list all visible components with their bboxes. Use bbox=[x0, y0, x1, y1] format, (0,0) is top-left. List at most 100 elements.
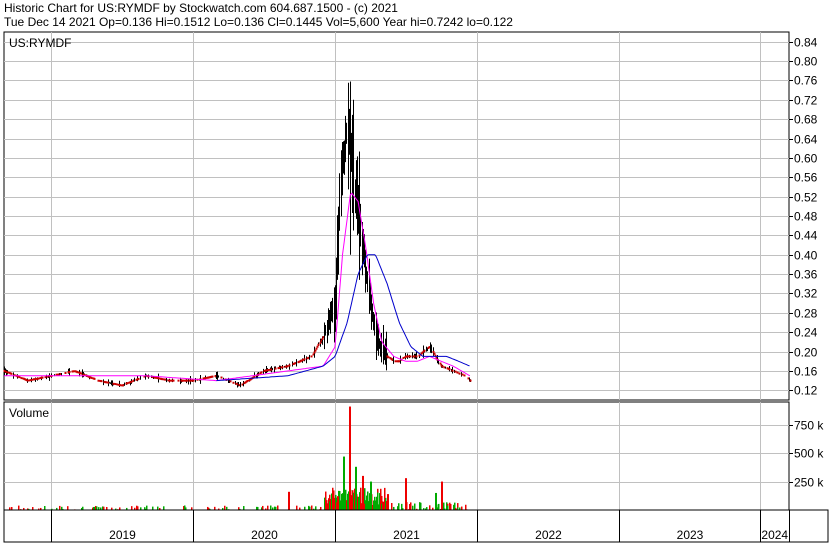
volume-tick-label: 750 k bbox=[794, 419, 824, 433]
volume-bar bbox=[137, 506, 139, 510]
chart-window: Historic Chart for US:RYMDF by Stockwatc… bbox=[0, 0, 830, 543]
volume-bar bbox=[96, 506, 98, 510]
price-close-dot bbox=[72, 370, 75, 373]
price-close-dot bbox=[112, 382, 115, 385]
year-label: 2024 bbox=[761, 528, 788, 542]
volume-bar bbox=[44, 506, 46, 510]
price-tick-label: 0.16 bbox=[794, 365, 818, 379]
price-close-dot bbox=[168, 379, 171, 382]
price-tick-label: 0.48 bbox=[794, 210, 818, 224]
volume-bar-peak bbox=[343, 456, 345, 510]
price-close-dot bbox=[137, 377, 140, 380]
volume-bar bbox=[262, 505, 264, 510]
price-close-dot bbox=[189, 379, 192, 382]
price-close-dot bbox=[172, 379, 175, 382]
stock-chart: 0.84 0.80 0.76 0.72 0.68 0.64 0.60 0.56 0.52 0.48… bbox=[3, 31, 829, 543]
price-close-dot bbox=[433, 352, 436, 355]
price-close-dot bbox=[100, 380, 103, 383]
volume-bar bbox=[59, 505, 61, 510]
price-close-dot bbox=[229, 380, 232, 383]
volume-bar bbox=[420, 502, 422, 510]
volume-bar-peak bbox=[441, 481, 443, 510]
volume-bar bbox=[398, 503, 400, 510]
price-close-dot bbox=[274, 367, 277, 370]
price-close-dot bbox=[119, 384, 122, 387]
volume-bar bbox=[412, 505, 414, 510]
volume-bar bbox=[315, 506, 317, 510]
price-tick-label: 0.76 bbox=[794, 74, 818, 88]
price-close-dot bbox=[177, 379, 180, 382]
date-axis: 2019 2020 2021 2022 2023 2024 bbox=[3, 509, 829, 543]
price-close-dot bbox=[34, 378, 37, 381]
price-close-dot bbox=[316, 345, 319, 348]
price-tick-label: 0.68 bbox=[794, 113, 818, 127]
price-close-dot bbox=[415, 355, 418, 358]
price-tick-label: 0.28 bbox=[794, 307, 818, 321]
volume-bar bbox=[131, 506, 133, 510]
price-close-dot bbox=[321, 337, 324, 340]
price-close-dot bbox=[130, 380, 133, 383]
price-close-dot bbox=[30, 378, 33, 381]
price-tick-label: 0.56 bbox=[794, 171, 818, 185]
price-close-dot bbox=[76, 371, 79, 374]
volume-bar bbox=[410, 502, 412, 510]
volume-bar bbox=[391, 503, 393, 510]
volume-bar bbox=[438, 503, 440, 510]
volume-bar-peak bbox=[349, 406, 351, 510]
volume-tick-label: 500 k bbox=[794, 447, 824, 461]
price-close-dot bbox=[161, 378, 164, 381]
price-close-dot bbox=[303, 358, 306, 361]
price-close-dot bbox=[18, 376, 21, 379]
price-close-dot bbox=[116, 383, 119, 386]
volume-bar bbox=[429, 505, 431, 510]
volume-bar bbox=[277, 505, 279, 510]
price-close-dot bbox=[441, 365, 444, 368]
price-close-dot bbox=[310, 355, 313, 358]
price-tick-label: 0.40 bbox=[794, 249, 818, 263]
price-tick-label: 0.24 bbox=[794, 326, 818, 340]
volume-bar bbox=[146, 505, 148, 510]
price-close-dot bbox=[313, 351, 316, 354]
price-tick-label: 0.60 bbox=[794, 152, 818, 166]
volume-bar bbox=[18, 505, 20, 510]
price-tick-label: 0.36 bbox=[794, 268, 818, 282]
price-close-dot bbox=[461, 373, 464, 376]
price-close-dot bbox=[463, 374, 466, 377]
price-tick-label: 0.20 bbox=[794, 346, 818, 360]
volume-bar-peak bbox=[337, 496, 339, 510]
volume-bar bbox=[414, 503, 416, 510]
volume-bar bbox=[296, 505, 298, 510]
volume-bar bbox=[67, 506, 69, 510]
volume-label: Volume bbox=[9, 406, 49, 420]
price-close-dot bbox=[10, 372, 13, 375]
price-close-dot bbox=[97, 379, 100, 382]
volume-bar bbox=[152, 506, 154, 510]
price-close-dot bbox=[246, 379, 249, 382]
price-close-dot bbox=[37, 377, 40, 380]
year-label: 2023 bbox=[677, 528, 704, 542]
volume-bar-peak bbox=[362, 475, 364, 510]
price-close-dot bbox=[454, 370, 457, 373]
price-tick-label: 0.44 bbox=[794, 229, 818, 243]
price-close-dot bbox=[20, 377, 23, 380]
price-close-dot bbox=[456, 371, 459, 374]
volume-bar-peak bbox=[288, 491, 290, 510]
volume-plot-frame bbox=[3, 401, 790, 511]
price-close-dot bbox=[154, 376, 157, 379]
volume-bar bbox=[157, 506, 159, 510]
volume-panel: 750 k 500 k 250 k Volume bbox=[3, 401, 824, 511]
price-close-dot bbox=[387, 356, 390, 359]
price-close-dot bbox=[409, 355, 412, 358]
price-close-dot bbox=[105, 381, 108, 384]
price-close-dot bbox=[157, 377, 160, 380]
volume-bar bbox=[461, 506, 463, 510]
price-close-dot bbox=[211, 375, 214, 378]
price-close-dot bbox=[314, 349, 317, 352]
volume-bar-peak bbox=[435, 492, 437, 510]
price-tick-label: 0.64 bbox=[794, 133, 818, 147]
price-close-dot bbox=[469, 379, 472, 382]
symbol-label: US:RYMDF bbox=[9, 36, 71, 50]
price-close-dot bbox=[402, 356, 405, 359]
price-panel: 0.84 0.80 0.76 0.72 0.68 0.64 0.60 0.56 0.52 0.48… bbox=[3, 31, 818, 401]
price-tick-label: 0.52 bbox=[794, 191, 818, 205]
